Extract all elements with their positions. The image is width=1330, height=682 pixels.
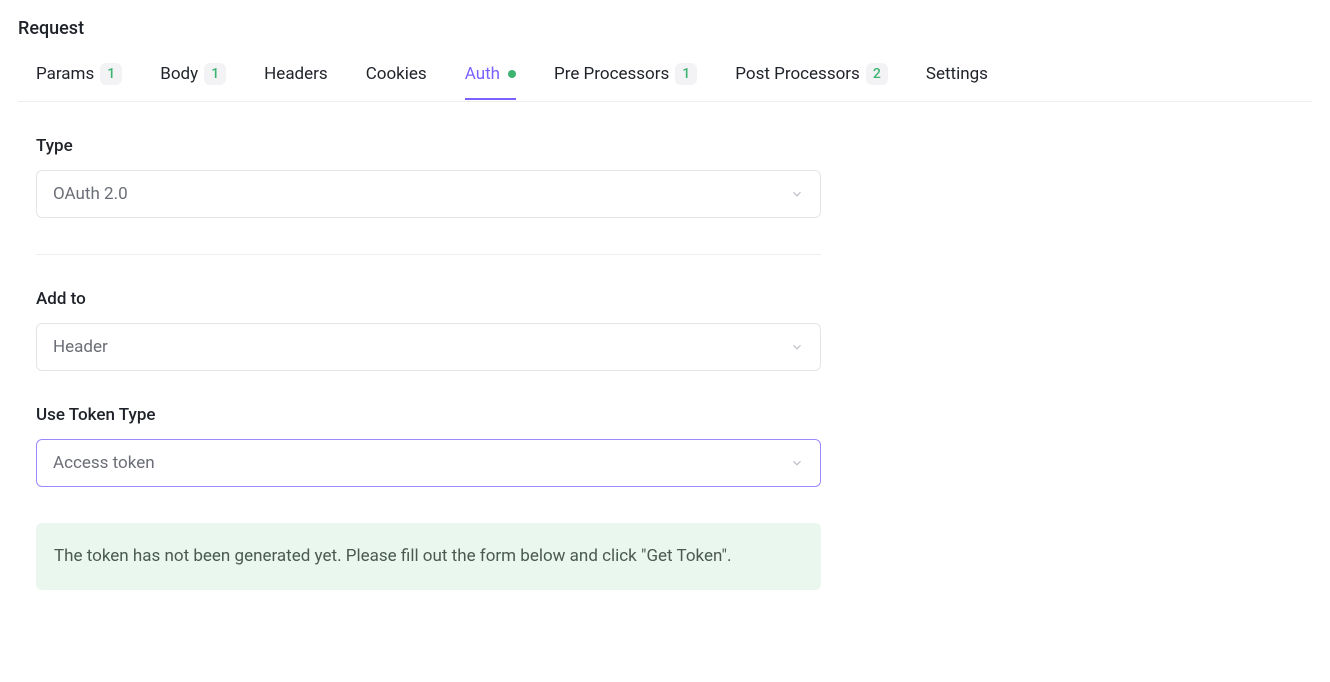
- tab-params[interactable]: Params 1: [36, 53, 122, 101]
- tab-auth[interactable]: Auth: [465, 54, 516, 100]
- use-token-type-select[interactable]: Access token: [36, 439, 821, 487]
- type-value: OAuth 2.0: [53, 184, 128, 204]
- divider: [36, 254, 821, 255]
- tab-post-processors[interactable]: Post Processors 2: [735, 53, 888, 101]
- chevron-down-icon: [790, 340, 804, 354]
- add-to-value: Header: [53, 337, 108, 357]
- tab-settings[interactable]: Settings: [926, 54, 988, 100]
- token-alert: The token has not been generated yet. Pl…: [36, 523, 821, 590]
- tab-pre-processors[interactable]: Pre Processors 1: [554, 53, 697, 101]
- type-label: Type: [36, 136, 821, 156]
- use-token-type-label: Use Token Type: [36, 405, 821, 425]
- use-token-type-value: Access token: [53, 453, 155, 473]
- tab-label: Settings: [926, 64, 988, 84]
- type-select[interactable]: OAuth 2.0: [36, 170, 821, 218]
- tab-label: Post Processors: [735, 64, 860, 84]
- tab-label: Cookies: [366, 64, 427, 84]
- tab-body[interactable]: Body 1: [160, 53, 226, 101]
- add-to-select[interactable]: Header: [36, 323, 821, 371]
- tab-label: Headers: [264, 64, 328, 84]
- tab-badge: 1: [100, 63, 122, 85]
- tab-badge: 1: [675, 63, 697, 85]
- chevron-down-icon: [790, 456, 804, 470]
- tab-label: Body: [160, 64, 198, 84]
- status-dot-icon: [508, 70, 516, 78]
- tab-badge: 1: [204, 63, 226, 85]
- tab-label: Auth: [465, 64, 500, 84]
- tab-badge: 2: [866, 63, 888, 85]
- tab-label: Params: [36, 64, 94, 84]
- tab-cookies[interactable]: Cookies: [366, 54, 427, 100]
- tab-label: Pre Processors: [554, 64, 669, 84]
- auth-panel: Type OAuth 2.0 Add to Header Use Token T…: [18, 102, 821, 590]
- add-to-label: Add to: [36, 289, 821, 309]
- chevron-down-icon: [790, 187, 804, 201]
- section-title: Request: [18, 18, 1312, 39]
- tabs-bar: Params 1 Body 1 Headers Cookies Auth Pre…: [18, 53, 1312, 102]
- tab-headers[interactable]: Headers: [264, 54, 328, 100]
